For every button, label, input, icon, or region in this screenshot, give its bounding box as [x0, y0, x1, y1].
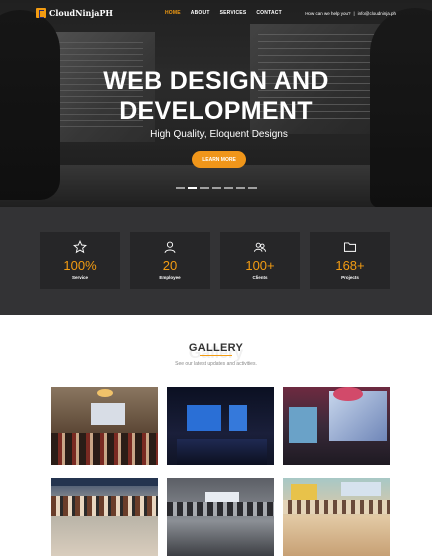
stat-value: 100+: [245, 258, 275, 273]
stat-card-service: 100% Service: [40, 232, 120, 289]
slider-dot-active[interactable]: [188, 187, 197, 189]
brand-name: CloudNinjaPH: [49, 8, 113, 18]
stat-card-employee: 20 Employee: [130, 232, 210, 289]
star-icon: [73, 240, 87, 254]
hero-title: WEB DESIGN AND DEVELOPMENT: [0, 66, 432, 126]
gallery-photo-classroom[interactable]: [283, 478, 390, 556]
nav-about[interactable]: ABOUT: [191, 10, 210, 16]
help-text: How can we help you?: [305, 10, 351, 16]
slider-dot[interactable]: [236, 187, 245, 189]
slider-dot[interactable]: [248, 187, 257, 189]
nav-contact[interactable]: CONTACT: [256, 10, 281, 16]
stat-card-clients: 100+ Clients: [220, 232, 300, 289]
hero-title-line1: WEB DESIGN AND: [103, 67, 329, 95]
hero-title-line2: DEVELOPMENT: [119, 97, 313, 125]
users-icon: [253, 242, 267, 252]
slider-dot[interactable]: [200, 187, 209, 189]
slider-dot[interactable]: [224, 187, 233, 189]
gallery-photo-conference[interactable]: [167, 478, 274, 556]
brand-logo[interactable]: CloudNinjaPH: [36, 8, 113, 18]
hero-subtitle: High Quality, Eloquent Designs: [150, 129, 288, 140]
gallery-photo-presenter[interactable]: [283, 387, 390, 465]
hero-banner: CloudNinjaPH HOME ABOUT SERVICES CONTACT…: [0, 0, 432, 207]
gallery-photo-group[interactable]: [51, 478, 158, 556]
gallery-subtitle: See our latest updates and activities.: [175, 361, 257, 367]
stat-label: Projects: [341, 275, 359, 280]
stat-value: 20: [162, 258, 178, 273]
stat-label: Clients: [252, 275, 268, 280]
slider-dot[interactable]: [212, 187, 221, 189]
header-contact: How can we help you? | info@cloudninja.p…: [305, 11, 396, 16]
learn-more-button[interactable]: LEARN MORE: [192, 151, 246, 168]
stat-card-projects: 168+ Projects: [310, 232, 390, 289]
stat-value: 100%: [63, 258, 97, 273]
gallery-photo-microsoft-stage[interactable]: [167, 387, 274, 465]
stat-label: Service: [71, 275, 88, 280]
slider-dots: [176, 187, 257, 189]
gallery-photo-event-hall[interactable]: [51, 387, 158, 465]
nav-home[interactable]: HOME: [165, 10, 181, 16]
logo-icon: [36, 8, 46, 18]
contact-email[interactable]: info@cloudninja.ph: [358, 11, 396, 16]
top-navbar: CloudNinjaPH HOME ABOUT SERVICES CONTACT…: [36, 6, 396, 20]
folder-icon: [343, 242, 357, 252]
stat-value: 168+: [335, 258, 365, 273]
gallery-title: GALLERY: [188, 342, 244, 354]
main-nav: HOME ABOUT SERVICES CONTACT: [165, 10, 282, 16]
stats-section: 100% Service 20 Employee 100+ Clients 16…: [0, 207, 432, 315]
nav-services[interactable]: SERVICES: [220, 10, 247, 16]
slider-dot[interactable]: [176, 187, 185, 189]
gallery-underline: [200, 355, 232, 356]
user-icon: [164, 241, 176, 253]
contact-separator: |: [353, 10, 355, 16]
stat-label: Employee: [159, 275, 181, 280]
